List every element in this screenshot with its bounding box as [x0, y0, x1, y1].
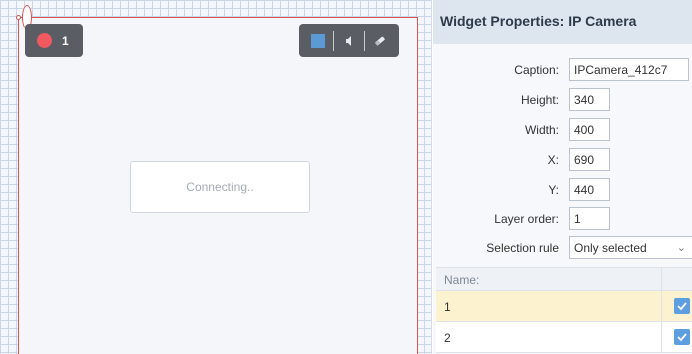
x-field[interactable]: 690: [569, 148, 610, 171]
volume-icon: [346, 35, 351, 46]
height-label: Height:: [520, 93, 559, 107]
table-header: Name:: [436, 267, 692, 292]
width-label: Width:: [524, 123, 559, 137]
layer-order-label: Layer order:: [494, 212, 559, 226]
row-checkbox[interactable]: [674, 329, 690, 345]
control-divider: [333, 30, 334, 51]
checkmark-icon: [677, 302, 687, 311]
column-divider: [661, 291, 662, 322]
caption-field[interactable]: IPCamera_412c7: [569, 58, 689, 81]
selection-rule-value: Only selected: [574, 241, 647, 255]
table-row[interactable]: 2: [436, 322, 692, 353]
caption-row: Caption: IPCamera_412c7: [433, 58, 692, 82]
layers-table: Name: 1 2: [436, 267, 692, 353]
row-name: 2: [444, 331, 451, 345]
selection-rule-dropdown[interactable]: Only selected ⌄: [569, 236, 692, 259]
eraser-icon: [375, 36, 385, 45]
caption-label: Caption:: [514, 63, 559, 77]
x-row: X: 690: [433, 148, 692, 172]
table-row[interactable]: 1: [436, 291, 692, 322]
y-row: Y: 440: [433, 178, 692, 202]
height-row: Height: 340: [433, 88, 692, 112]
layer-order-row: Layer order: 1: [433, 207, 692, 231]
record-count: 1: [62, 33, 69, 48]
camera-controls: [299, 24, 399, 57]
panel-title: Widget Properties: IP Camera: [433, 0, 692, 44]
volume-button[interactable]: [338, 30, 360, 52]
resize-handle-top-left[interactable]: [16, 15, 21, 20]
design-canvas[interactable]: 1 Connecting..: [0, 0, 432, 354]
row-name: 1: [444, 300, 451, 314]
record-dot-icon: [37, 33, 52, 48]
checkmark-icon: [677, 333, 687, 342]
y-field[interactable]: 440: [569, 178, 610, 201]
recording-indicator: 1: [25, 24, 83, 57]
selection-rule-row: Selection rule Only selected ⌄: [433, 236, 692, 260]
connecting-status: Connecting..: [130, 161, 310, 213]
width-field[interactable]: 400: [569, 118, 610, 141]
widget-properties-panel: Widget Properties: IP Camera Caption: IP…: [433, 0, 692, 354]
width-row: Width: 400: [433, 118, 692, 142]
clear-button[interactable]: [369, 30, 391, 52]
row-checkbox[interactable]: [674, 298, 690, 314]
stop-button[interactable]: [307, 30, 329, 52]
x-label: X:: [547, 153, 559, 167]
selection-rule-label: Selection rule: [486, 241, 559, 255]
name-column-header: Name:: [444, 273, 480, 287]
column-divider: [661, 268, 662, 292]
height-field[interactable]: 340: [569, 88, 610, 111]
y-label: Y:: [548, 183, 559, 197]
stop-icon: [311, 33, 325, 48]
ip-camera-widget[interactable]: 1 Connecting..: [16, 5, 418, 354]
control-divider: [364, 30, 365, 51]
layer-order-field[interactable]: 1: [569, 207, 610, 230]
chevron-down-icon: ⌄: [676, 242, 686, 254]
column-divider: [661, 322, 662, 353]
